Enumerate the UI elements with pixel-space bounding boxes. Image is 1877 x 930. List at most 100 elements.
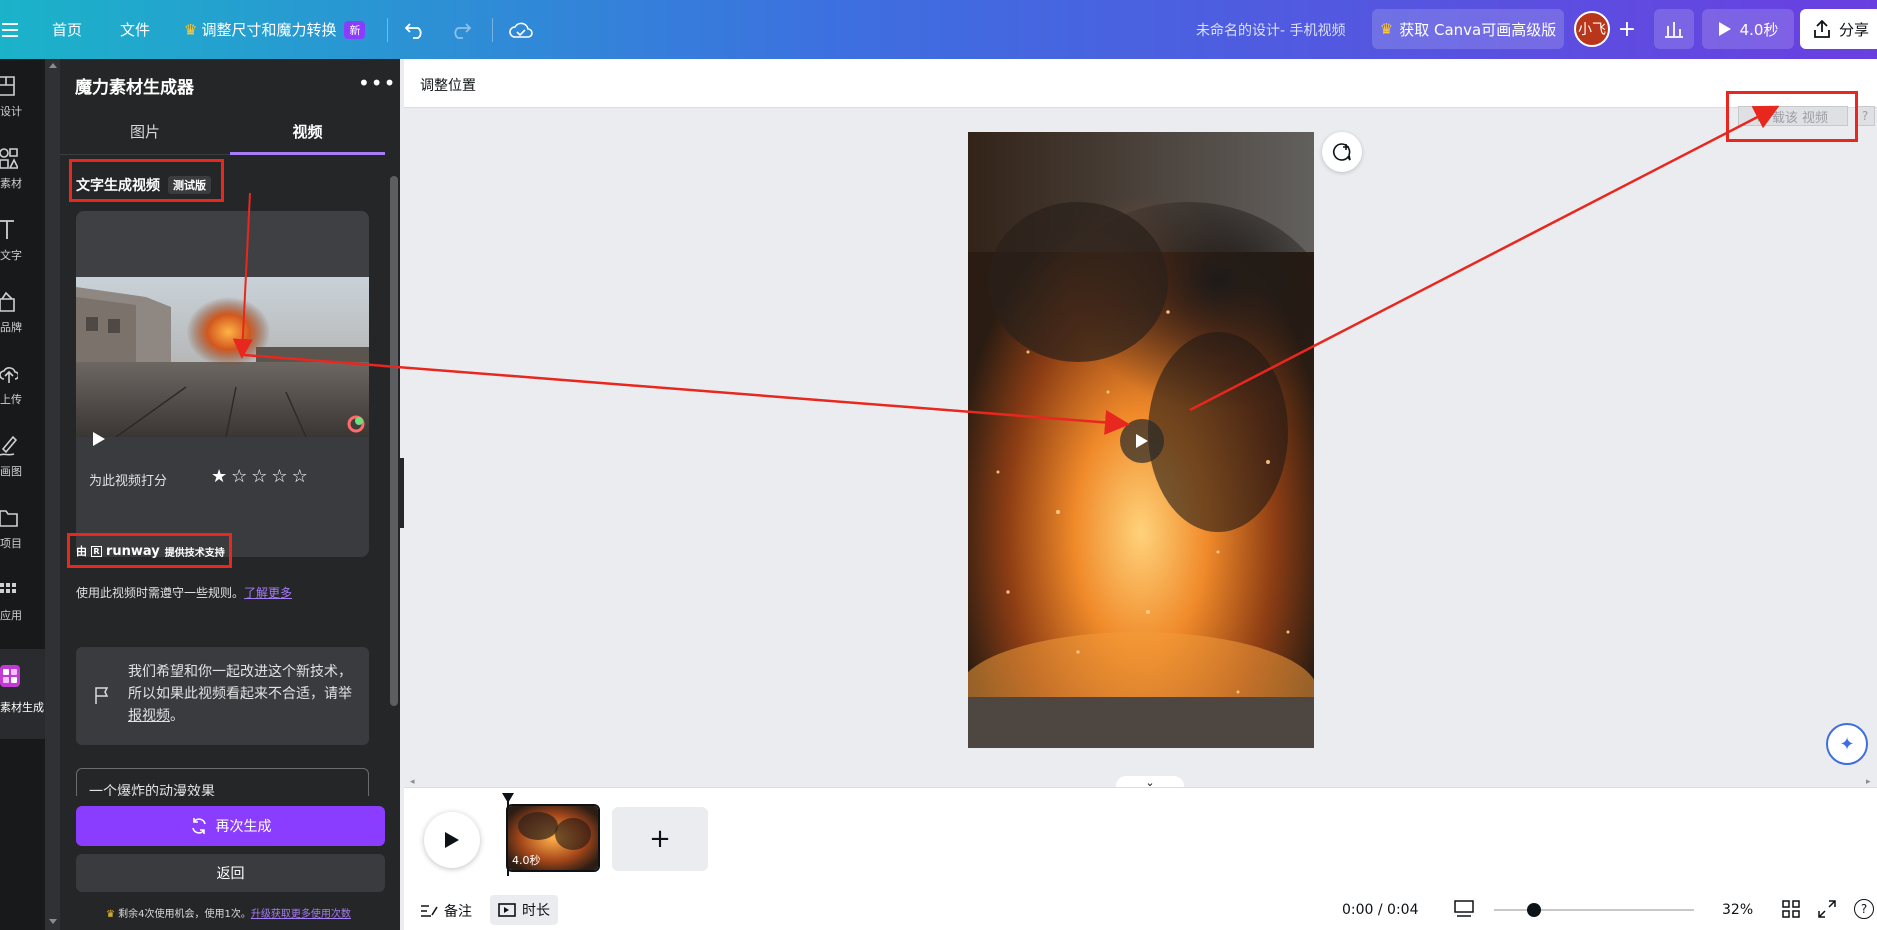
star-icon[interactable]: ☆ [231, 466, 247, 487]
notes-icon [421, 905, 438, 917]
runway-brand: runway [106, 543, 160, 559]
rules-sentence: 使用此视频时需遵守一些规则。 [76, 586, 245, 600]
magic-assistant-icon[interactable]: ✦ [1826, 723, 1868, 765]
cloud-saved-icon[interactable] [509, 0, 533, 59]
magic-media-icon [0, 665, 20, 687]
notes-label: 备注 [444, 904, 472, 920]
new-badge: 新 [344, 20, 366, 39]
share-label: 分享 [1838, 20, 1869, 39]
share-button[interactable]: 分享 [1800, 9, 1877, 49]
zoom-level[interactable]: 32% [1722, 902, 1753, 918]
scroll-right-icon[interactable]: ▸ [1866, 777, 1871, 787]
resize-label: 调整尺寸和魔力转换 [201, 21, 337, 39]
top-bar: 首页 文件 ♛ 调整尺寸和魔力转换 新 未命名的设计- 手机视频 ♛ 获取 Ca… [0, 0, 1877, 59]
star-icon[interactable]: ☆ [292, 466, 308, 487]
report-video-link[interactable]: 报视频 [128, 708, 170, 724]
tab-images[interactable]: 图片 [60, 121, 230, 157]
prompt-text: 一个爆炸的动漫效果 [89, 784, 215, 796]
back-button[interactable]: 返回 [76, 854, 385, 892]
more-options-icon[interactable]: ••• [358, 71, 396, 95]
insights-icon[interactable] [1654, 9, 1694, 49]
rail-item-projects[interactable]: 项目 [0, 491, 45, 563]
star-icon[interactable]: ★ [211, 466, 227, 487]
star-icon[interactable]: ☆ [251, 466, 267, 487]
document-title[interactable]: 未命名的设计- 手机视频 [1196, 0, 1346, 59]
grid-view-icon[interactable] [1782, 900, 1800, 922]
undo-icon[interactable] [404, 0, 426, 59]
zoom-slider[interactable] [1494, 903, 1694, 917]
avatar[interactable]: 小飞 [1574, 11, 1610, 47]
rail-item-brand[interactable]: 品牌 [0, 275, 45, 347]
video-result-card[interactable]: 为此视频打分 ★ ☆ ☆ ☆ ☆ [76, 211, 369, 557]
feedback-box: 我们希望和你一起改进这个新技术， 所以如果此视频看起来不合适，请举 报视频。 [76, 647, 369, 745]
timeline: 4.0秒 + 备注 时长 0:00 / 0:04 32% ? [404, 787, 1877, 930]
highlight-box-section-title [69, 159, 224, 202]
rail-label: 上传 [0, 393, 22, 406]
video-play-button[interactable] [1120, 419, 1164, 463]
powered-by: 由 R runway 提供技术支持 [76, 543, 225, 559]
panel-title: 魔力素材生成器 [75, 78, 194, 98]
notes-button[interactable]: 备注 [420, 901, 472, 921]
add-collaborator-icon[interactable]: + [1612, 9, 1642, 49]
credits-sentence: 剩余4次使用机会，使用1次。 [118, 909, 251, 920]
prompt-input[interactable]: 一个爆炸的动漫效果 [76, 768, 369, 796]
help-icon[interactable]: ? [1854, 899, 1874, 919]
panel-scrollbar[interactable] [388, 158, 400, 788]
rail-label: 文字 [0, 249, 22, 262]
playhead[interactable] [502, 788, 514, 803]
rail-label: 素材 [0, 177, 22, 190]
upgrade-link[interactable]: 升级获取更多使用次数 [251, 909, 351, 920]
timeline-clip[interactable]: 4.0秒 [506, 804, 600, 872]
runway-logo-icon: R [91, 545, 102, 557]
resize-magic-switch-button[interactable]: ♛ 调整尺寸和魔力转换 新 [184, 0, 366, 59]
video-thumbnail[interactable] [76, 277, 369, 437]
scrollbar-thumb[interactable] [390, 176, 398, 706]
crown-icon: ♛ [106, 909, 119, 920]
play-icon[interactable] [92, 431, 106, 447]
timeline-play-button[interactable] [424, 812, 480, 868]
star-rating[interactable]: ★ ☆ ☆ ☆ ☆ [211, 466, 308, 487]
regenerate-label: 再次生成 [215, 819, 272, 835]
scroll-left-icon[interactable]: ◂ [410, 777, 415, 787]
rail-item-uploads[interactable]: 上传 [0, 347, 45, 419]
star-icon[interactable]: ☆ [271, 466, 287, 487]
rail-item-design[interactable]: 设计 [0, 59, 45, 131]
brand-icon [0, 291, 15, 312]
file-menu[interactable]: 文件 [120, 0, 150, 59]
share-icon [1814, 20, 1830, 38]
rail-item-elements[interactable]: 素材 [0, 131, 45, 203]
rail-item-text[interactable]: 文字 [0, 203, 45, 275]
position-button[interactable]: 调整位置 [420, 75, 476, 95]
home-link[interactable]: 首页 [52, 0, 82, 59]
rules-text: 使用此视频时需遵守一些规则。了解更多 [76, 584, 292, 601]
present-button[interactable]: 4.0秒 [1702, 9, 1794, 49]
add-page-button[interactable]: + [612, 807, 708, 871]
help-icon[interactable]: ? [1855, 106, 1875, 126]
divider [492, 18, 493, 42]
fullscreen-icon[interactable] [1818, 900, 1836, 922]
add-comment-icon[interactable] [1322, 132, 1362, 172]
upgrade-label: 获取 Canva可画高级版 [1399, 20, 1557, 39]
rail-item-draw[interactable]: 画图 [0, 419, 45, 491]
play-icon [1136, 434, 1148, 448]
rail-item-magic-media[interactable]: 素材生成... [0, 649, 55, 739]
rail-item-apps[interactable]: 应用 [0, 563, 45, 635]
feedback-line: 我们希望和你一起改进这个新技术， [128, 664, 352, 680]
regenerate-button[interactable]: 再次生成 [76, 806, 385, 846]
upgrade-button[interactable]: ♛ 获取 Canva可画高级版 [1372, 9, 1564, 49]
redo-icon[interactable] [450, 0, 472, 59]
page-view-icon[interactable] [1454, 900, 1474, 922]
zoom-slider-thumb[interactable] [1527, 903, 1541, 917]
rail-label: 项目 [0, 537, 22, 550]
duration-button[interactable]: 时长 [490, 895, 558, 925]
scroll-up-icon[interactable] [49, 63, 57, 68]
text-icon [0, 220, 14, 239]
feedback-line: 报视频。 [128, 705, 364, 727]
scroll-down-icon[interactable] [49, 919, 57, 924]
flag-icon [95, 687, 109, 704]
menu-icon[interactable] [0, 0, 20, 59]
context-toolbar: 调整位置 [404, 59, 1877, 108]
timeline-icon [498, 903, 516, 917]
learn-more-link[interactable]: 了解更多 [244, 586, 292, 600]
present-duration: 4.0秒 [1739, 20, 1779, 39]
